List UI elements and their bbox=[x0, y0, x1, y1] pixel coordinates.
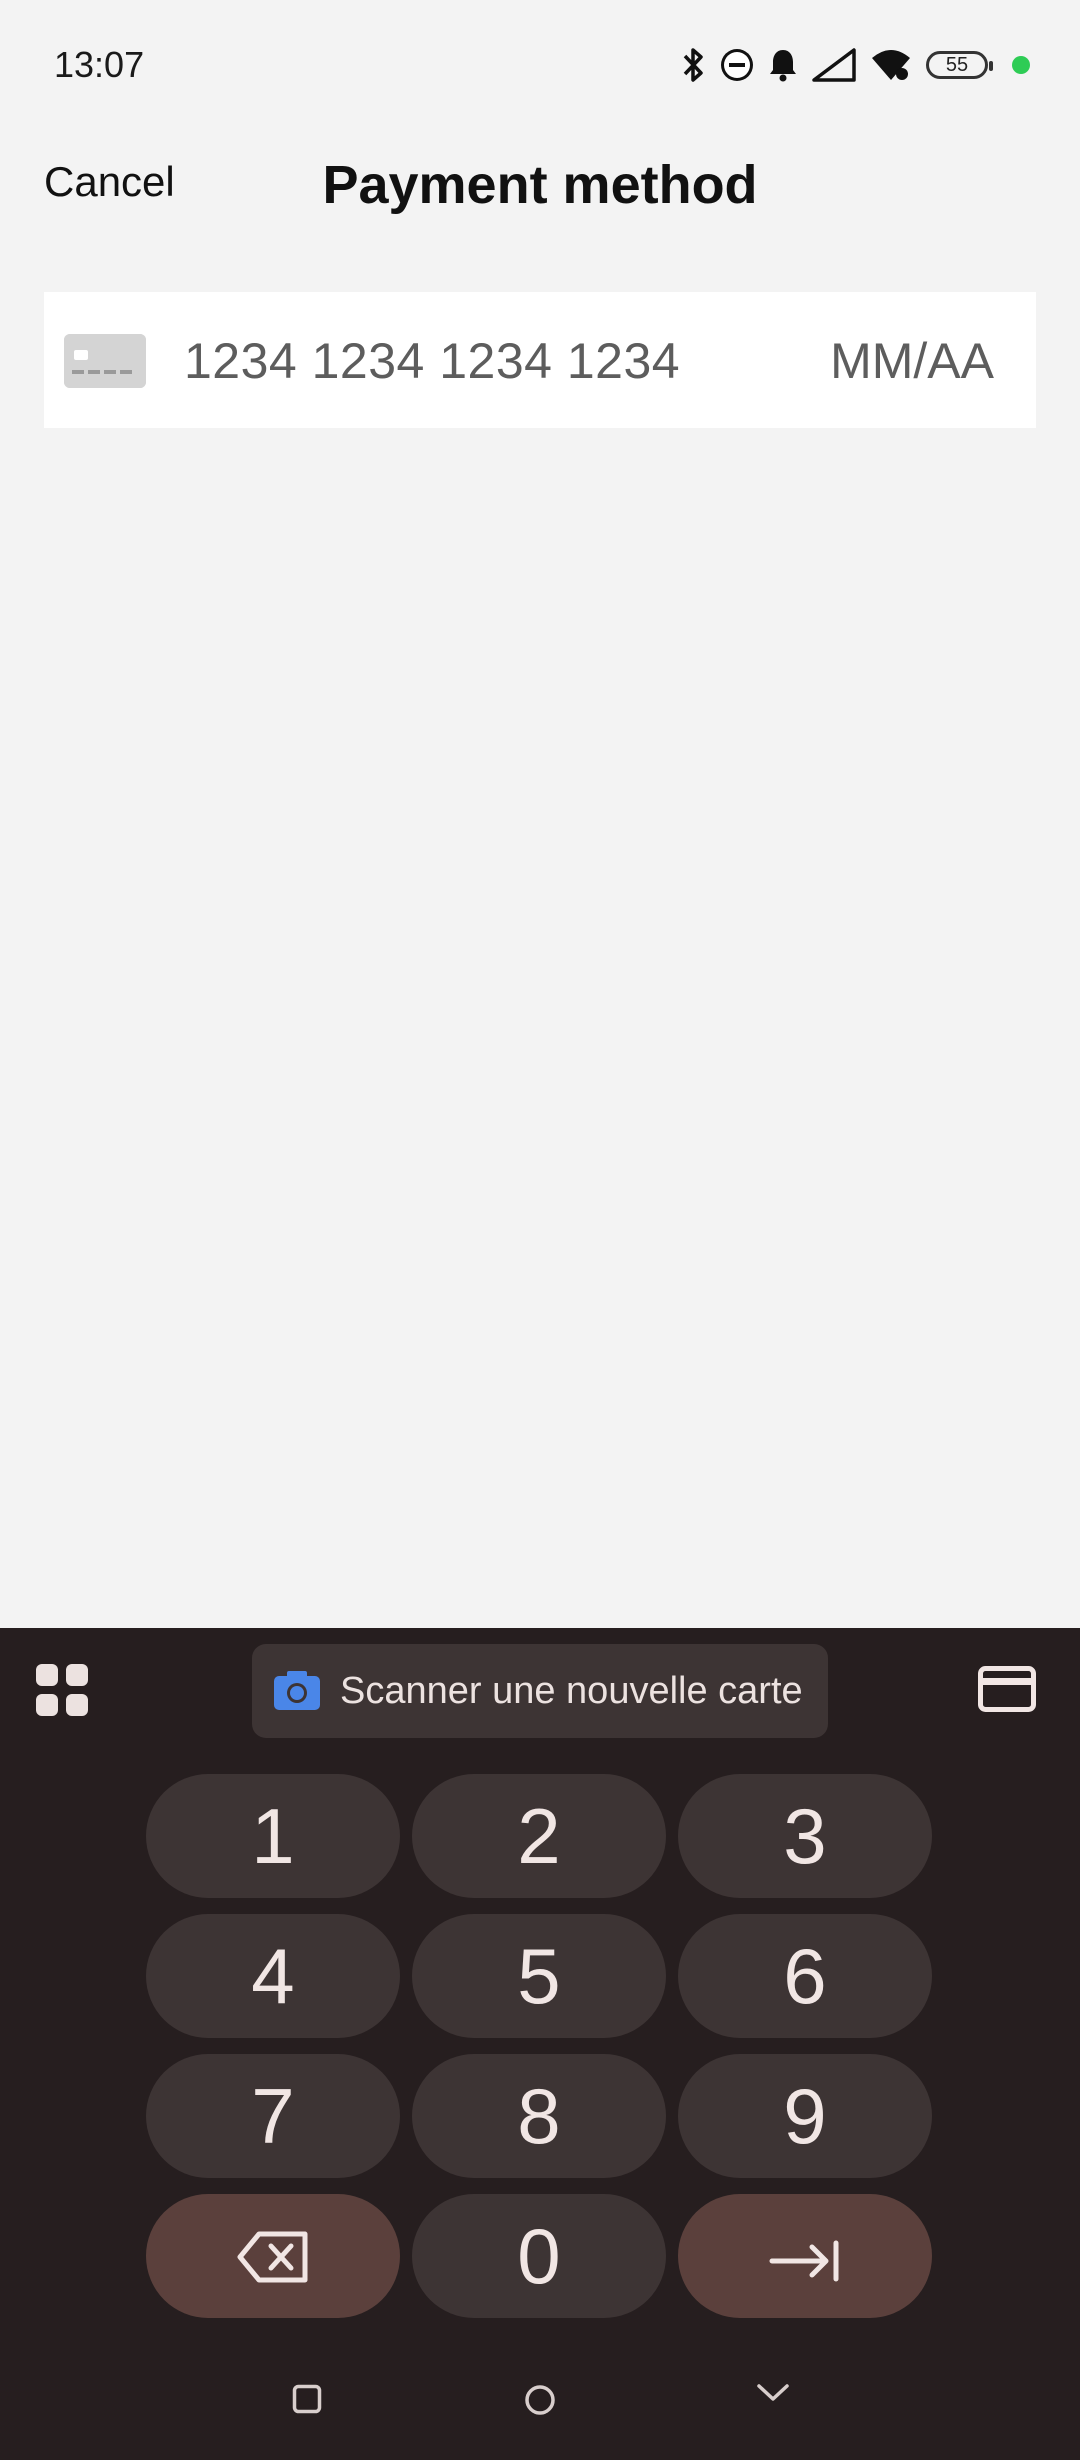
backspace-icon bbox=[237, 2211, 309, 2302]
status-icons: 55 bbox=[682, 40, 1030, 90]
bluetooth-icon bbox=[682, 46, 706, 84]
hide-keyboard-chevron-icon[interactable] bbox=[756, 2382, 790, 2409]
key-4[interactable]: 4 bbox=[146, 1914, 400, 2038]
privacy-dot-icon bbox=[1012, 56, 1030, 74]
page-title: Payment method bbox=[322, 155, 758, 215]
navigation-bar bbox=[0, 2348, 1080, 2448]
card-number-input[interactable]: 1234 1234 1234 1234 bbox=[184, 332, 680, 390]
backspace-key[interactable] bbox=[146, 2194, 400, 2318]
credit-card-icon bbox=[64, 334, 146, 388]
card-input-field[interactable]: 1234 1234 1234 1234 MM/AA bbox=[44, 292, 1036, 428]
scan-card-button[interactable]: Scanner une nouvelle carte bbox=[252, 1644, 828, 1738]
key-8[interactable]: 8 bbox=[412, 2054, 666, 2178]
number-keypad: 1 2 3 4 5 6 7 8 9 0 bbox=[146, 1774, 934, 2318]
key-2[interactable]: 2 bbox=[412, 1774, 666, 1898]
battery-icon: 55 bbox=[926, 51, 993, 79]
signal-icon bbox=[812, 48, 856, 82]
numeric-keyboard: Scanner une nouvelle carte 1 2 3 4 5 6 7… bbox=[0, 1628, 1080, 2460]
home-circle-icon[interactable] bbox=[524, 2384, 556, 2421]
card-expiry-input[interactable]: MM/AA bbox=[830, 332, 994, 390]
scan-card-label: Scanner une nouvelle carte bbox=[340, 1669, 803, 1712]
key-0[interactable]: 0 bbox=[412, 2194, 666, 2318]
wifi-icon bbox=[870, 48, 912, 82]
camera-icon bbox=[272, 1666, 322, 1716]
recents-square-icon[interactable] bbox=[292, 2384, 322, 2419]
key-7[interactable]: 7 bbox=[146, 2054, 400, 2178]
header: Cancel Payment method bbox=[0, 140, 1080, 230]
do-not-disturb-icon bbox=[720, 48, 754, 82]
key-6[interactable]: 6 bbox=[678, 1914, 932, 2038]
status-bar: 13:07 55 bbox=[0, 0, 1080, 130]
key-9[interactable]: 9 bbox=[678, 2054, 932, 2178]
status-time: 13:07 bbox=[54, 44, 145, 85]
tab-next-key[interactable] bbox=[678, 2194, 932, 2318]
key-3[interactable]: 3 bbox=[678, 1774, 932, 1898]
apps-grid-icon[interactable] bbox=[34, 1662, 90, 1718]
credit-card-icon[interactable] bbox=[978, 1666, 1036, 1712]
tab-next-icon bbox=[768, 2211, 842, 2302]
key-5[interactable]: 5 bbox=[412, 1914, 666, 2038]
keyboard-toolbar: Scanner une nouvelle carte bbox=[0, 1628, 1080, 1748]
bell-icon bbox=[768, 48, 798, 82]
key-1[interactable]: 1 bbox=[146, 1774, 400, 1898]
